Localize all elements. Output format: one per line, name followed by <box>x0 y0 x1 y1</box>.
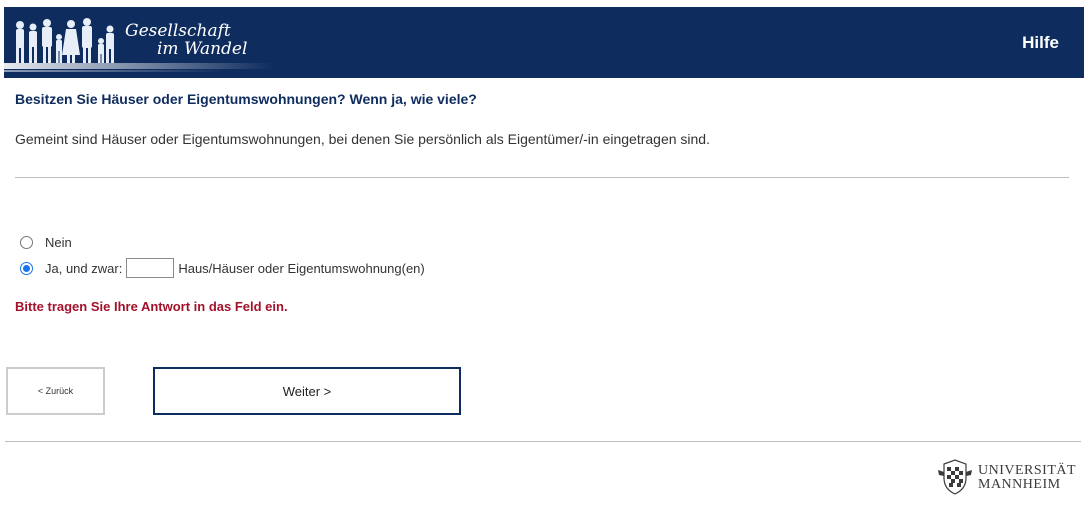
brand-line-2: im Wandel <box>157 39 248 59</box>
brand-line-1: Gesellschaft <box>125 21 231 41</box>
people-silhouettes-logo: Gesellschaft im Wandel <box>4 7 274 78</box>
back-button[interactable]: < Zurück <box>6 367 105 415</box>
option-nein-label: Nein <box>45 235 72 250</box>
radio-ja[interactable] <box>20 261 33 275</box>
divider-top <box>15 177 1069 178</box>
help-link[interactable]: Hilfe <box>1022 33 1059 53</box>
university-seal-icon <box>938 459 972 495</box>
question-explanation: Gemeint sind Häuser oder Eigentumswohnun… <box>15 131 710 147</box>
question-title: Besitzen Sie Häuser oder Eigentumswohnun… <box>15 91 477 107</box>
divider-bottom <box>5 441 1081 442</box>
survey-page: Gesellschaft im Wandel Hilfe Besitzen Si… <box>0 0 1092 510</box>
university-name: UNIVERSITÄT MANNHEIM <box>978 464 1076 492</box>
option-nein[interactable]: Nein <box>20 235 72 250</box>
university-line-1: UNIVERSITÄT <box>978 463 1077 478</box>
option-ja-label: Ja, und zwar: <box>45 260 123 276</box>
university-logo: UNIVERSITÄT MANNHEIM <box>936 458 1082 498</box>
next-button[interactable]: Weiter > <box>153 367 461 415</box>
header-banner: Gesellschaft im Wandel Hilfe <box>4 7 1084 78</box>
university-line-2: MANNHEIM <box>978 477 1061 492</box>
option-ja-suffix: Haus/Häuser oder Eigentumswohnung(en) <box>178 260 425 276</box>
error-message: Bitte tragen Sie Ihre Antwort in das Fel… <box>15 299 288 314</box>
count-input[interactable] <box>126 258 175 278</box>
option-ja[interactable]: Ja, und zwar: Haus/Häuser oder Eigentums… <box>20 258 425 278</box>
radio-nein[interactable] <box>20 236 33 249</box>
